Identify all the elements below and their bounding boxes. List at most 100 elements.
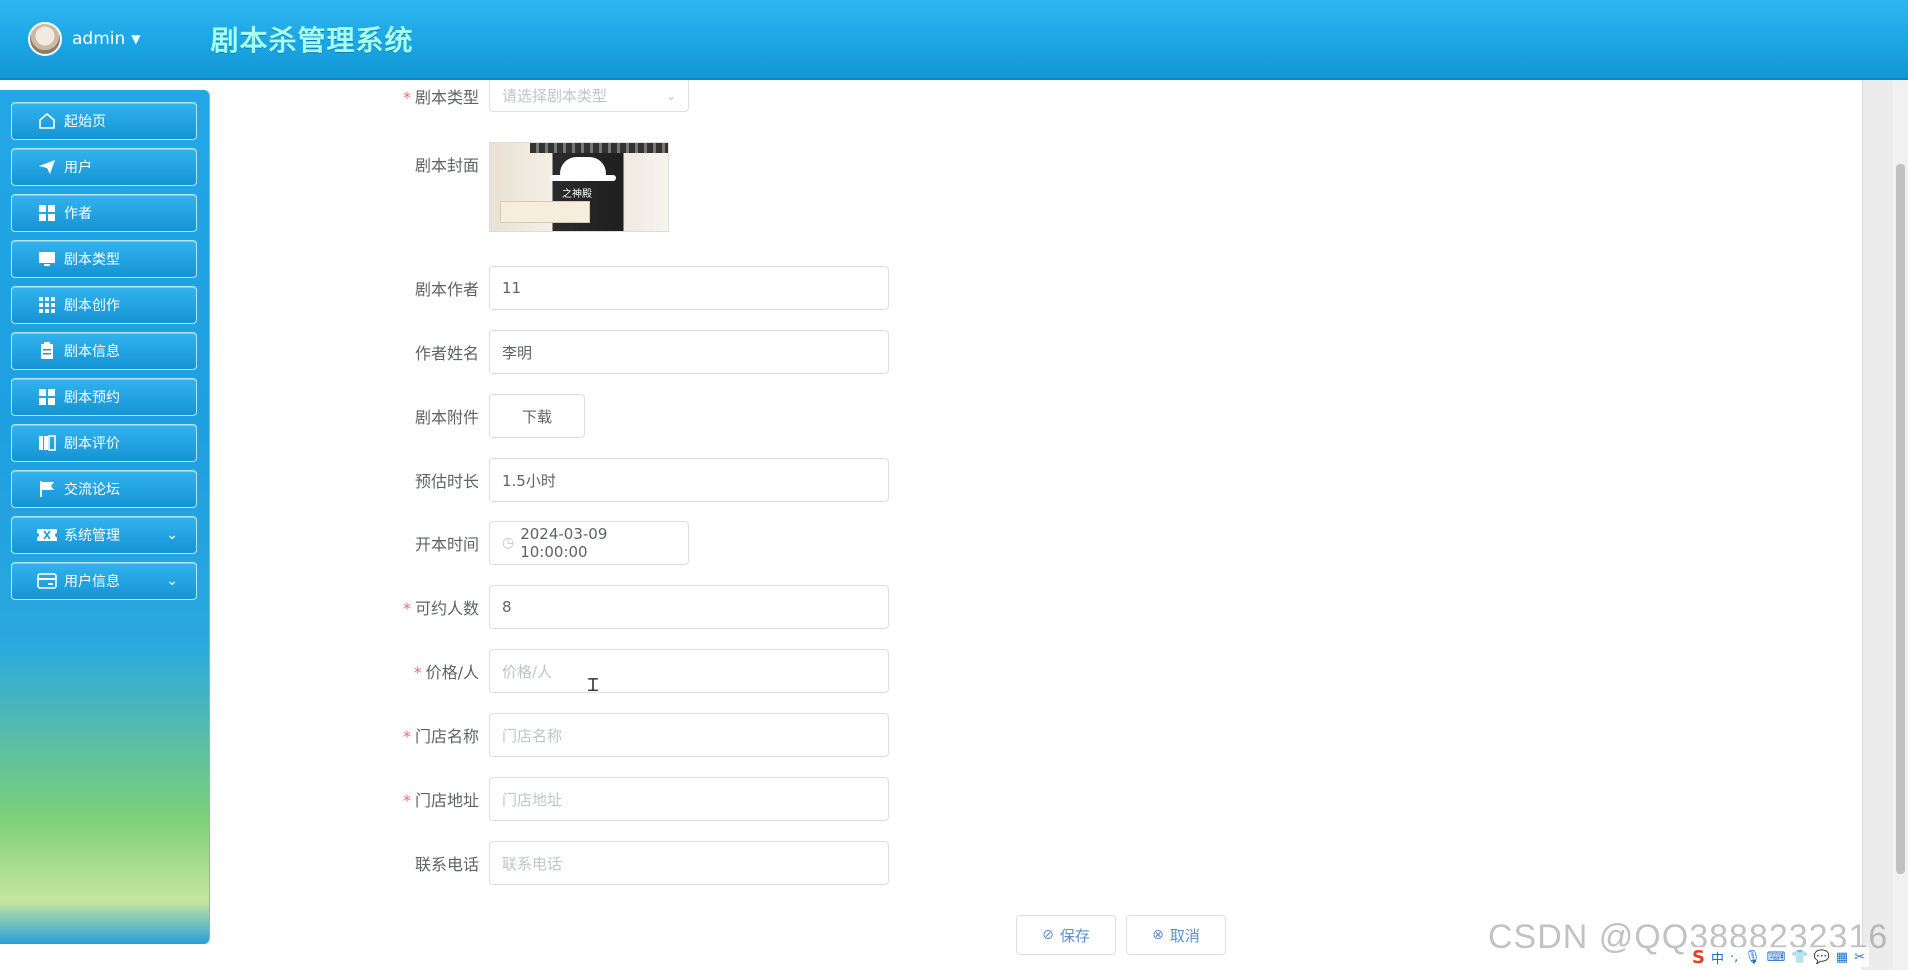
card-icon [36, 570, 58, 592]
cover-image[interactable]: 之神殿 [489, 142, 669, 232]
author-input[interactable]: 11 [489, 266, 889, 310]
tools-icon[interactable]: ✂ [1854, 950, 1865, 965]
scrollbar-thumb[interactable] [1896, 164, 1905, 874]
apps-icon [36, 294, 58, 316]
field-label: * 门店地址 [402, 791, 479, 810]
check-circle-icon: ⊘ [1042, 927, 1054, 943]
author-name-input[interactable]: 李明 [489, 330, 889, 374]
home-icon [36, 110, 58, 132]
sidebar-item-users[interactable]: 用户 [11, 148, 197, 186]
sidebar-item-home[interactable]: 起始页 [11, 102, 197, 140]
keyboard-icon[interactable]: ⌨ [1767, 950, 1786, 965]
sidebar-item-script-types[interactable]: 剧本类型 [11, 240, 197, 278]
open-time-picker[interactable]: ◷ 2024-03-09 10:00:00 [489, 521, 689, 565]
main-content: * 剧本类型 请选择剧本类型 ⌄ 剧本封面 之神殿 剧本作者 11 作者姓名 李明… [229, 80, 1862, 970]
user-name[interactable]: admin [72, 29, 125, 49]
cover-image-text: 之神殿 [562, 189, 592, 200]
required-mark: * [413, 663, 422, 682]
sidebar-item-script-creation[interactable]: 剧本创作 [11, 286, 197, 324]
avatar[interactable] [28, 22, 62, 56]
form-row-author-name: 作者姓名 李明 [229, 330, 889, 374]
chevron-down-icon: ⌄ [166, 573, 178, 589]
duration-input[interactable]: 1.5小时 [489, 458, 889, 502]
field-label: 预估时长 [414, 472, 479, 491]
chat-icon[interactable]: 💬 [1814, 950, 1830, 965]
store-name-input[interactable]: 门店名称 [489, 713, 889, 757]
sidebar-item-label: 用户信息 [64, 574, 120, 590]
field-label: 作者姓名 [414, 344, 479, 363]
script-type-select[interactable]: 请选择剧本类型 ⌄ [489, 80, 689, 112]
form-row-script-type: * 剧本类型 请选择剧本类型 ⌄ [229, 80, 689, 112]
sidebar-menu: 起始页 用户 作者 剧本类型 剧本创作 剧本信息 剧本预约 剧本评价 交流论坛 … [0, 90, 209, 600]
grid-icon [36, 386, 58, 408]
form-row-cover: 剧本封面 之神殿 [229, 142, 669, 232]
capacity-input[interactable]: 8 [489, 585, 889, 629]
flag-icon [36, 478, 58, 500]
sidebar-item-label: 剧本类型 [64, 252, 120, 268]
sidebar-item-forum[interactable]: 交流论坛 [11, 470, 197, 508]
required-mark: * [402, 791, 411, 810]
ticket-icon [36, 524, 58, 546]
paper-plane-icon [36, 156, 58, 178]
form-row-store-name: * 门店名称 门店名称 [229, 713, 889, 757]
app-title: 剧本杀管理系统 [210, 24, 414, 57]
clock-icon: ◷ [502, 535, 515, 551]
monitor-icon [36, 248, 58, 270]
ime-mode[interactable]: 中 [1711, 948, 1724, 967]
user-menu[interactable]: admin ▼ [28, 22, 141, 56]
field-label: 剧本作者 [414, 280, 479, 299]
ime-logo-icon[interactable]: S [1692, 947, 1705, 968]
ime-toolbar[interactable]: S 中 ·, 🎙 ⌨ 👕 💬 ▦ ✂ [1688, 947, 1870, 968]
sidebar-item-user-info[interactable]: 用户信息 ⌄ [11, 562, 197, 600]
form-row-capacity: * 可约人数 8 [229, 585, 889, 629]
caret-down-icon[interactable]: ▼ [131, 32, 140, 46]
punctuation-icon[interactable]: ·, [1730, 950, 1738, 965]
sidebar-item-label: 剧本创作 [64, 298, 120, 314]
sidebar-item-script-reviews[interactable]: 剧本评价 [11, 424, 197, 462]
chevron-down-icon: ⌄ [665, 88, 676, 103]
sidebar-item-script-info[interactable]: 剧本信息 [11, 332, 197, 370]
apps-icon[interactable]: ▦ [1836, 950, 1848, 965]
cancel-button[interactable]: ⊗ 取消 [1126, 915, 1226, 955]
required-mark: * [402, 727, 411, 746]
text-cursor-icon: Ɪ [588, 675, 599, 696]
field-label: * 门店名称 [402, 727, 479, 746]
clipboard-icon [36, 340, 58, 362]
form-row-price: * 价格/人 价格/人 [229, 649, 889, 693]
form-row-open-time: 开本时间 ◷ 2024-03-09 10:00:00 [229, 521, 689, 565]
sidebar-item-script-booking[interactable]: 剧本预约 [11, 378, 197, 416]
grid-icon [36, 202, 58, 224]
form-row-phone: 联系电话 联系电话 [229, 841, 889, 885]
sidebar-item-label: 作者 [64, 206, 92, 222]
sidebar-item-authors[interactable]: 作者 [11, 194, 197, 232]
required-mark: * [402, 88, 411, 107]
skin-icon[interactable]: 👕 [1792, 950, 1808, 965]
field-label: 联系电话 [414, 855, 479, 874]
phone-input[interactable]: 联系电话 [489, 841, 889, 885]
price-input[interactable]: 价格/人 [489, 649, 889, 693]
save-button[interactable]: ⊘ 保存 [1016, 915, 1116, 955]
sidebar: 起始页 用户 作者 剧本类型 剧本创作 剧本信息 剧本预约 剧本评价 交流论坛 … [0, 90, 210, 944]
book-icon [36, 432, 58, 454]
sidebar-item-system-management[interactable]: 系统管理 ⌄ [11, 516, 197, 554]
form-row-author: 剧本作者 11 [229, 266, 889, 310]
sidebar-item-label: 用户 [64, 160, 92, 176]
download-button[interactable]: 下载 [489, 394, 585, 438]
field-label: 剧本封面 [414, 156, 479, 175]
store-address-input[interactable]: 门店地址 [489, 777, 889, 821]
sidebar-item-label: 起始页 [64, 114, 106, 130]
microphone-icon[interactable]: 🎙 [1744, 950, 1761, 965]
sidebar-item-label: 剧本预约 [64, 390, 120, 406]
chevron-down-icon: ⌄ [166, 527, 178, 543]
field-label: * 剧本类型 [402, 88, 479, 107]
close-circle-icon: ⊗ [1152, 927, 1164, 943]
top-header: admin ▼ 剧本杀管理系统 [0, 0, 1908, 80]
right-gutter [1862, 80, 1893, 970]
sidebar-item-label: 剧本信息 [64, 344, 120, 360]
sidebar-item-label: 剧本评价 [64, 436, 120, 452]
sidebar-item-label: 系统管理 [64, 528, 120, 544]
form-row-attachment: 剧本附件 下载 [229, 394, 585, 438]
field-label: * 价格/人 [413, 663, 479, 682]
vertical-scrollbar[interactable] [1893, 80, 1908, 970]
field-label: 开本时间 [414, 535, 479, 554]
